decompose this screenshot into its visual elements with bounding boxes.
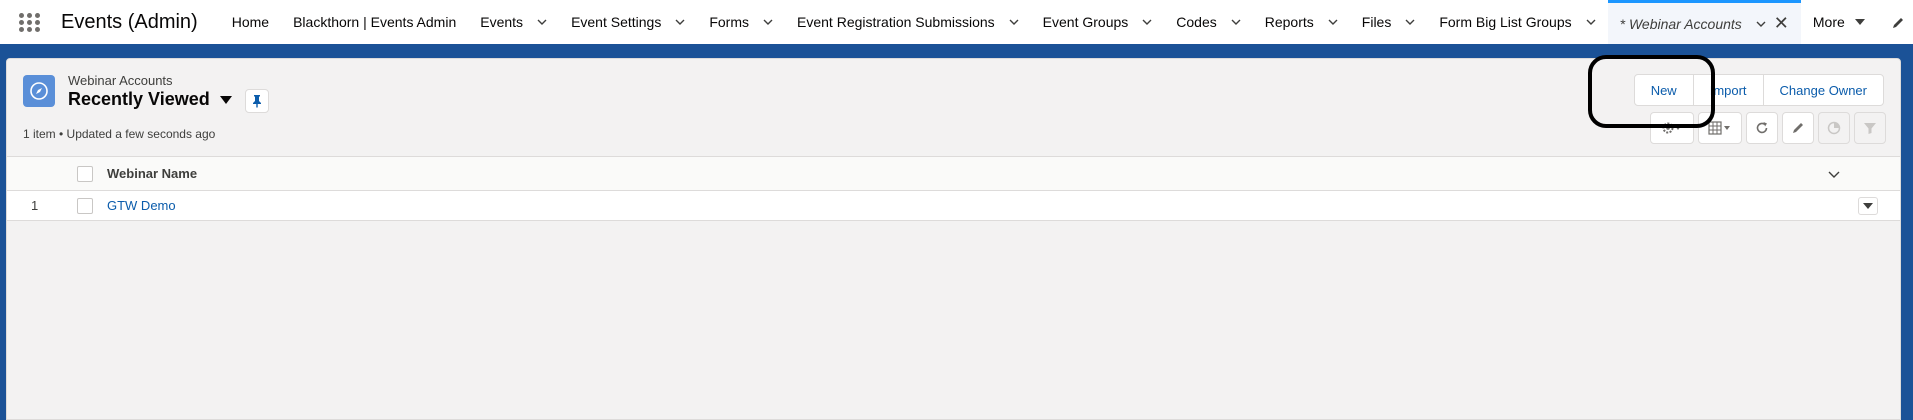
nav-item-events[interactable]: Events [468, 0, 559, 44]
chevron-down-icon[interactable] [537, 17, 547, 27]
list-meta-text: 1 item • Updated a few seconds ago [23, 127, 216, 141]
nav-item-label: Forms [709, 14, 750, 30]
more-label: More [1812, 14, 1845, 30]
import-button[interactable]: Import [1692, 75, 1763, 105]
chevron-down-icon[interactable] [1231, 17, 1241, 27]
nav-items: Home Blackthorn | Events Admin Events Ev… [220, 0, 1801, 44]
app-name: Events (Admin) [61, 10, 198, 33]
nav-item-webinar-accounts[interactable]: * Webinar Accounts ✕ [1607, 0, 1801, 44]
action-buttons: New Import Change Owner [1633, 74, 1884, 106]
select-all-checkbox[interactable] [77, 166, 93, 182]
nav-item-label: Home [231, 14, 270, 30]
new-button[interactable]: New [1635, 75, 1693, 105]
list-view-header: Webinar Accounts Recently Viewed 1 item … [7, 59, 1900, 157]
list-view-name: Recently Viewed [68, 89, 210, 109]
pin-icon[interactable] [245, 89, 269, 113]
nav-item-label: Events [480, 14, 524, 30]
table-header: Webinar Name [7, 157, 1900, 191]
nav-item-reports[interactable]: Reports [1253, 0, 1350, 44]
nav-item-label: Reports [1264, 14, 1314, 30]
row-number: 1 [31, 198, 39, 213]
nav-item-label: Files [1361, 14, 1392, 30]
list-view-toolbar [1650, 112, 1886, 144]
nav-item-label: Blackthorn | Events Admin [293, 14, 457, 30]
nav-item-event-settings[interactable]: Event Settings [559, 0, 697, 44]
nav-item-label: Event Registration Submissions [797, 14, 995, 30]
row-checkbox[interactable] [77, 198, 93, 214]
nav-item-label: Event Settings [571, 14, 662, 30]
column-header-webinar-name[interactable]: Webinar Name [107, 166, 197, 181]
chevron-down-icon[interactable] [1756, 19, 1766, 29]
app-launcher-icon[interactable] [19, 11, 41, 33]
more-menu[interactable]: More [1801, 14, 1877, 30]
nav-item-event-registration-submissions[interactable]: Event Registration Submissions [785, 0, 1031, 44]
chevron-down-icon[interactable] [763, 17, 773, 27]
pencil-icon[interactable] [1891, 16, 1905, 30]
caret-down-icon [1863, 203, 1873, 209]
gear-icon[interactable] [1650, 112, 1694, 144]
filter-icon[interactable] [1854, 112, 1886, 144]
caret-down-icon [219, 95, 232, 104]
nav-item-label: Form Big List Groups [1439, 14, 1572, 30]
nav-item-form-big-list-groups[interactable]: Form Big List Groups [1427, 0, 1607, 44]
nav-item-files[interactable]: Files [1350, 0, 1428, 44]
chevron-down-icon[interactable] [1009, 17, 1019, 27]
nav-item-blackthorn-events-admin[interactable]: Blackthorn | Events Admin [281, 0, 468, 44]
chevron-down-icon[interactable] [1328, 17, 1338, 27]
list-view-selector[interactable]: Recently Viewed [68, 89, 232, 110]
refresh-icon[interactable] [1746, 112, 1778, 144]
nav-item-forms[interactable]: Forms [697, 0, 785, 44]
chevron-down-icon[interactable] [1586, 17, 1596, 27]
chevron-down-icon[interactable] [675, 17, 685, 27]
pencil-icon[interactable] [1782, 112, 1814, 144]
nav-item-codes[interactable]: Codes [1164, 0, 1252, 44]
nav-item-label: Event Groups [1042, 14, 1129, 30]
nav-item-label: * Webinar Accounts [1619, 15, 1742, 32]
chart-icon[interactable] [1818, 112, 1850, 144]
chevron-down-icon[interactable] [1142, 17, 1152, 27]
list-view-panel: Webinar Accounts Recently Viewed 1 item … [6, 58, 1901, 420]
object-label: Webinar Accounts [68, 73, 173, 88]
nav-item-home[interactable]: Home [220, 0, 281, 44]
nav-item-event-groups[interactable]: Event Groups [1031, 0, 1165, 44]
close-icon[interactable]: ✕ [1774, 13, 1789, 34]
empty-area [7, 221, 1900, 419]
compass-icon [23, 75, 55, 107]
nav-item-label: Codes [1176, 14, 1217, 30]
caret-down-icon [1854, 19, 1865, 25]
record-link[interactable]: GTW Demo [107, 198, 176, 213]
row-actions-button[interactable] [1858, 197, 1878, 215]
table-icon[interactable] [1698, 112, 1742, 144]
change-owner-button[interactable]: Change Owner [1762, 75, 1883, 105]
chevron-down-icon[interactable] [1405, 17, 1415, 27]
chevron-down-icon[interactable] [1828, 168, 1840, 180]
table-row: 1 GTW Demo [7, 191, 1900, 221]
global-nav: Events (Admin) Home Blackthorn | Events … [0, 0, 1913, 47]
